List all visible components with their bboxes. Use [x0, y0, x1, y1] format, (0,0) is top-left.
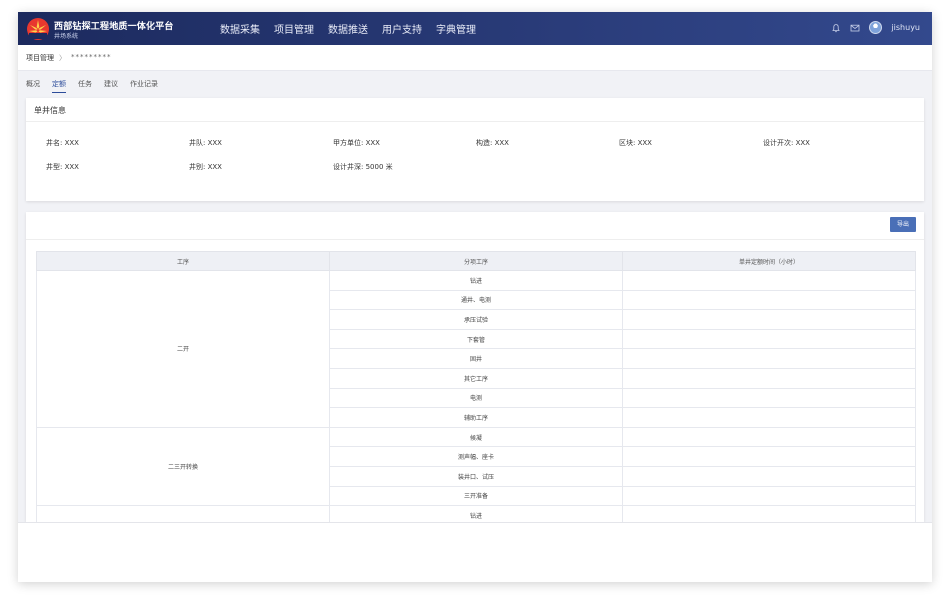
field-design-depth: 设计井深: 5000 米	[333, 163, 393, 171]
breadcrumb-root[interactable]: 项目管理	[26, 53, 54, 63]
mail-icon[interactable]	[850, 23, 860, 33]
field-well-name: 井名: XXX	[46, 139, 79, 147]
field-well-type: 井型: XXX	[46, 163, 79, 171]
user-toolbar: jishuyu	[831, 21, 920, 34]
quota-hours-cell	[622, 426, 916, 448]
divider	[26, 239, 924, 240]
quota-hours-cell	[622, 505, 916, 522]
company-logo-icon	[27, 18, 49, 40]
well-info-title: 单井信息	[34, 106, 66, 115]
divider	[26, 121, 924, 122]
quota-table: 工序 分项工序 单井定额时间（小时） 二开 钻进 通井、电测 承压试验 下套管 …	[36, 251, 916, 522]
quota-hours-cell	[622, 387, 916, 409]
quota-hours-cell	[622, 270, 916, 291]
field-structure: 构造: XXX	[476, 139, 509, 147]
app-window: 西部钻探工程地质一体化平台 井场系统 数据采集 项目管理 数据推送 用户支持 字…	[18, 12, 932, 582]
breadcrumb-separator: 〉	[59, 54, 66, 62]
bell-icon[interactable]	[831, 23, 841, 33]
nav-project-management[interactable]: 项目管理	[274, 21, 314, 36]
top-navbar: 西部钻探工程地质一体化平台 井场系统 数据采集 项目管理 数据推送 用户支持 字…	[18, 12, 932, 45]
table-row: 钻进	[36, 505, 916, 522]
process-cell: 二开	[36, 270, 330, 428]
subprocess-cell: 固井	[329, 348, 623, 369]
tab-overview[interactable]: 概况	[26, 79, 40, 93]
app-subtitle: 井场系统	[54, 33, 79, 40]
quota-hours-cell	[622, 485, 916, 507]
field-well-category: 井别: XXX	[189, 163, 222, 171]
quota-hours-cell	[622, 465, 916, 487]
subprocess-cell: 电测	[329, 387, 623, 409]
subprocess-cell: 钻进	[329, 505, 623, 522]
username[interactable]: jishuyu	[891, 23, 920, 32]
column-header-quota-hours: 单井定额时间（小时）	[622, 251, 916, 271]
subprocess-cell: 钻进	[329, 270, 623, 291]
breadcrumb-current: *********	[71, 53, 112, 61]
quota-hours-cell	[622, 328, 916, 350]
field-drilling-team: 井队: XXX	[189, 139, 222, 147]
breadcrumb: 项目管理 〉 *********	[26, 53, 112, 63]
quota-hours-cell	[622, 446, 916, 467]
nav-dictionary-management[interactable]: 字典管理	[436, 21, 476, 36]
quota-table-card: 导出 工序 分项工序 单井定额时间（小时） 二开 钻进 通井、电测 承压试验 下…	[26, 212, 924, 522]
subprocess-cell: 通井、电测	[329, 289, 623, 311]
tab-tasks[interactable]: 任务	[78, 79, 92, 93]
bottom-panel	[18, 522, 932, 582]
tab-work-records[interactable]: 作业记录	[130, 79, 158, 93]
subprocess-cell: 辅助工序	[329, 407, 623, 428]
quota-hours-cell	[622, 348, 916, 369]
column-header-process: 工序	[36, 251, 330, 271]
nav-user-support[interactable]: 用户支持	[382, 21, 422, 36]
field-client-unit: 甲方单位: XXX	[333, 139, 380, 147]
table-row: 二开 钻进	[36, 270, 916, 428]
tab-suggestions[interactable]: 建议	[104, 79, 118, 93]
sub-tabs: 概况 定额 任务 建议 作业记录	[26, 79, 158, 93]
main-nav: 数据采集 项目管理 数据推送 用户支持 字典管理	[220, 21, 476, 36]
nav-data-push[interactable]: 数据推送	[328, 21, 368, 36]
subprocess-cell: 其它工序	[329, 367, 623, 389]
quota-hours-cell	[622, 289, 916, 311]
table-header-row: 工序 分项工序 单井定额时间（小时）	[36, 251, 916, 271]
process-cell: 二三开转换	[36, 426, 330, 507]
table-row: 二三开转换 候凝	[36, 426, 916, 507]
subprocess-cell: 装井口、试压	[329, 465, 623, 487]
export-button[interactable]: 导出	[890, 217, 916, 232]
subprocess-cell: 承压试验	[329, 309, 623, 330]
subprocess-cell: 三开准备	[329, 485, 623, 507]
user-avatar[interactable]	[869, 21, 883, 34]
field-block: 区块: XXX	[619, 139, 652, 147]
process-cell	[36, 505, 330, 522]
column-header-subprocess: 分项工序	[329, 251, 623, 271]
quota-hours-cell	[622, 309, 916, 330]
nav-data-collection[interactable]: 数据采集	[220, 21, 260, 36]
tab-quota[interactable]: 定额	[52, 79, 66, 93]
field-design-spud: 设计开次: XXX	[763, 139, 810, 147]
subprocess-cell: 测声幅、座卡	[329, 446, 623, 467]
breadcrumb-bar: 项目管理 〉 *********	[18, 45, 932, 71]
quota-hours-cell	[622, 407, 916, 428]
subprocess-cell: 下套管	[329, 328, 623, 350]
well-info-card: 单井信息 井名: XXX 井队: XXX 甲方单位: XXX 构造: XXX 区…	[26, 98, 924, 201]
subprocess-cell: 候凝	[329, 426, 623, 448]
quota-hours-cell	[622, 367, 916, 389]
